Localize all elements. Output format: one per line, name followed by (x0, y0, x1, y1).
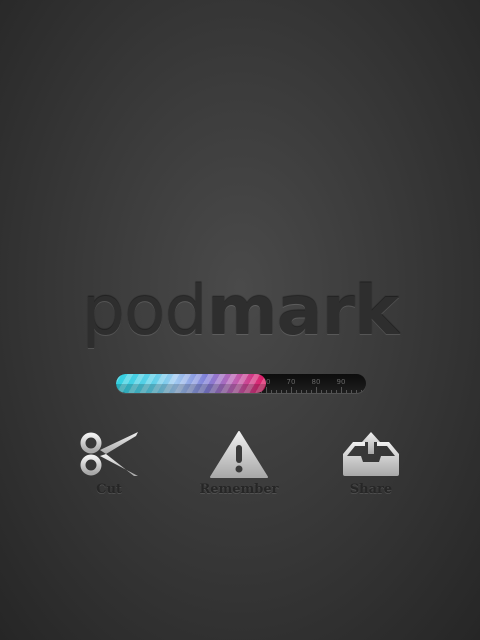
scale-label: 90 (336, 378, 346, 386)
scissors-icon (80, 432, 138, 476)
scale-tick (341, 387, 342, 393)
scale-tick (336, 390, 337, 393)
scale-tick (276, 390, 277, 393)
scale-tick (331, 390, 332, 393)
scale-tick (306, 390, 307, 393)
scale-tick (296, 390, 297, 393)
cut-button[interactable]: Cut (49, 430, 169, 497)
scale-tick (301, 390, 302, 393)
scale-tick (316, 387, 317, 393)
scale-tick (286, 390, 287, 393)
progress-bar: 90 80 70 60 (116, 374, 366, 393)
scale-tick (291, 387, 292, 393)
cut-label: Cut (96, 482, 122, 497)
share-label: Share (349, 482, 393, 497)
scale-tick (351, 390, 352, 393)
scale-tick (281, 390, 282, 393)
warning-icon (210, 431, 268, 478)
scale-tick (346, 390, 347, 393)
scale-tick (271, 390, 272, 393)
scale-label: 70 (286, 378, 296, 386)
inbox-upload-icon (343, 432, 399, 476)
scale-tick (321, 390, 322, 393)
remember-button[interactable]: Remember (179, 430, 299, 497)
scale-tick (326, 390, 327, 393)
share-button[interactable]: Share (311, 430, 431, 497)
scale-tick (266, 387, 267, 393)
scale-label: 80 (311, 378, 321, 386)
progress-fill (116, 374, 266, 393)
scale-tick (356, 390, 357, 393)
logo-pod: pod (81, 272, 208, 351)
remember-label: Remember (199, 482, 279, 497)
scale-tick (311, 390, 312, 393)
app-logo: podmark (0, 272, 480, 351)
logo-mark: mark (206, 272, 399, 351)
scale-tick (361, 390, 362, 393)
